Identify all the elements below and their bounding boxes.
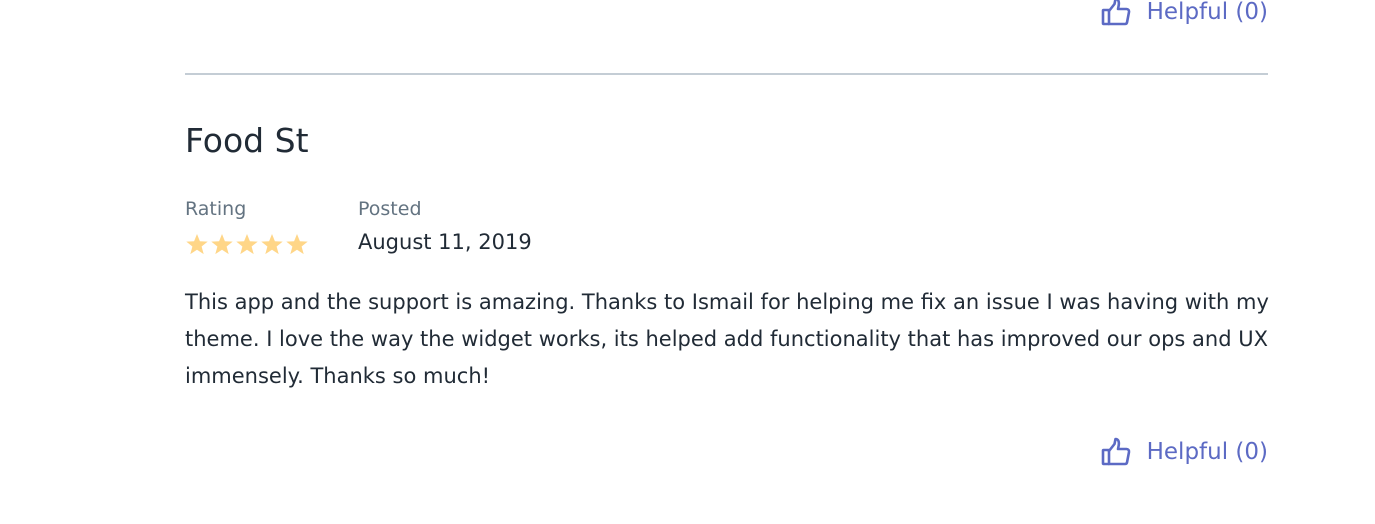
star-icon <box>286 234 308 255</box>
star-icon <box>261 234 283 255</box>
posted-date: August 11, 2019 <box>358 230 532 254</box>
reviewer-name: Food St <box>185 121 309 160</box>
review-body: This app and the support is amazing. Tha… <box>185 290 1269 388</box>
star-rating <box>185 233 309 256</box>
star-icon <box>186 234 208 255</box>
helpful-button[interactable]: Helpful (0) <box>1101 437 1268 467</box>
posted-label: Posted <box>358 198 422 220</box>
helpful-button[interactable]: Helpful (0) <box>1101 0 1268 27</box>
thumbs-up-icon <box>1101 0 1131 27</box>
thumbs-up-icon <box>1101 437 1131 467</box>
helpful-label: Helpful (0) <box>1146 0 1268 25</box>
helpful-label: Helpful (0) <box>1146 439 1268 465</box>
review-divider <box>185 73 1268 75</box>
rating-label: Rating <box>185 198 247 220</box>
star-icon <box>211 234 233 255</box>
star-icon <box>236 234 258 255</box>
